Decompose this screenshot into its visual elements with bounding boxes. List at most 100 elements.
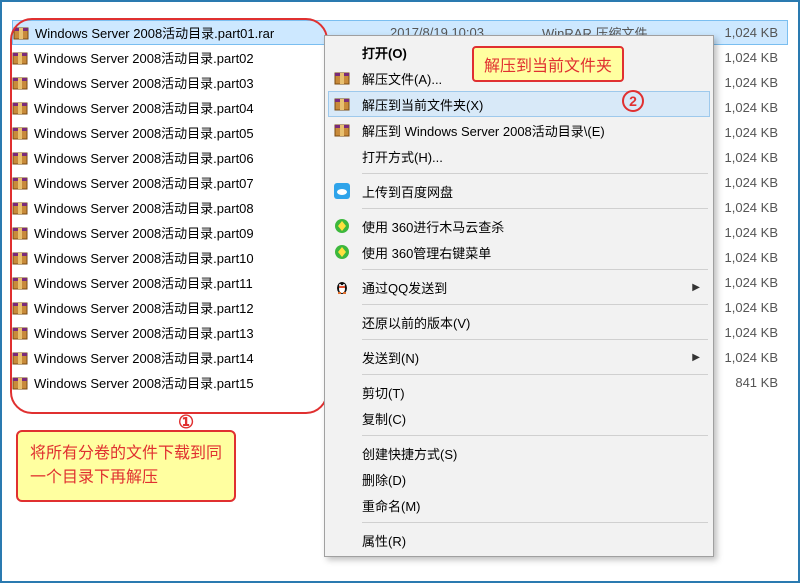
context-menu: 打开(O) 解压文件(A)... 解压到当前文件夹(X) 解压到 Windows… xyxy=(324,35,714,557)
menu-extract-files[interactable]: 解压文件(A)... xyxy=(328,65,710,91)
file-size: 1,024 KB xyxy=(725,50,779,65)
blank-icon xyxy=(332,443,352,463)
menu-separator xyxy=(362,173,708,174)
submenu-arrow-icon: ▶ xyxy=(692,282,700,293)
annotation-callout-download-all: 将所有分卷的文件下载到同一个目录下再解压 xyxy=(16,430,236,502)
menu-separator xyxy=(362,339,708,340)
file-name: Windows Server 2008活动目录.part09 xyxy=(34,223,254,242)
rar-icon xyxy=(332,68,352,88)
360-shield-icon xyxy=(332,216,352,236)
file-size: 1,024 KB xyxy=(725,225,779,240)
menu-extract-here[interactable]: 解压到当前文件夹(X) xyxy=(328,91,710,117)
rar-file-icon xyxy=(12,225,28,241)
file-size: 1,024 KB xyxy=(725,75,779,90)
blank-icon xyxy=(332,146,352,166)
menu-360-scan-label: 使用 360进行木马云查杀 xyxy=(362,217,682,236)
file-name: Windows Server 2008活动目录.part11 xyxy=(34,273,253,292)
menu-send-to-label: 发送到(N) xyxy=(362,348,682,367)
rar-file-icon xyxy=(12,150,28,166)
menu-separator xyxy=(362,522,708,523)
menu-restore-versions[interactable]: 还原以前的版本(V) xyxy=(328,309,710,335)
menu-separator xyxy=(362,435,708,436)
file-name: Windows Server 2008活动目录.part08 xyxy=(34,198,254,217)
file-size: 1,024 KB xyxy=(725,275,779,290)
file-name: Windows Server 2008活动目录.part02 xyxy=(34,48,254,67)
file-name: Windows Server 2008活动目录.part06 xyxy=(34,148,254,167)
blank-icon xyxy=(332,312,352,332)
file-size: 1,024 KB xyxy=(725,150,779,165)
menu-separator xyxy=(362,304,708,305)
menu-360-manage[interactable]: 使用 360管理右键菜单 xyxy=(328,239,710,265)
menu-send-to[interactable]: 发送到(N) ▶ xyxy=(328,344,710,370)
file-size: 1,024 KB xyxy=(725,175,779,190)
rar-file-icon xyxy=(12,325,28,341)
menu-open-label: 打开(O) xyxy=(362,43,682,62)
file-size: 1,024 KB xyxy=(725,325,779,340)
rar-file-icon xyxy=(12,250,28,266)
menu-360-manage-label: 使用 360管理右键菜单 xyxy=(362,243,682,262)
menu-rename-label: 重命名(M) xyxy=(362,496,682,515)
menu-properties-label: 属性(R) xyxy=(362,531,682,550)
menu-open[interactable]: 打开(O) xyxy=(328,39,710,65)
menu-separator xyxy=(362,374,708,375)
rar-file-icon xyxy=(13,25,29,41)
rar-file-icon xyxy=(12,350,28,366)
menu-extract-to-label: 解压到 Windows Server 2008活动目录\(E) xyxy=(362,121,682,140)
submenu-arrow-icon: ▶ xyxy=(692,352,700,363)
rar-file-icon xyxy=(12,100,28,116)
menu-extract-files-label: 解压文件(A)... xyxy=(362,69,682,88)
menu-rename[interactable]: 重命名(M) xyxy=(328,492,710,518)
file-size: 1,024 KB xyxy=(725,125,779,140)
menu-copy-label: 复制(C) xyxy=(362,409,682,428)
blank-icon xyxy=(332,382,352,402)
qq-penguin-icon xyxy=(332,277,352,297)
file-name: Windows Server 2008活动目录.part13 xyxy=(34,323,254,342)
rar-file-icon xyxy=(12,175,28,191)
menu-baidu-upload[interactable]: 上传到百度网盘 xyxy=(328,178,710,204)
file-name: Windows Server 2008活动目录.part12 xyxy=(34,298,254,317)
file-size: 1,024 KB xyxy=(725,250,779,265)
file-name: Windows Server 2008活动目录.part15 xyxy=(34,373,254,392)
blank-icon xyxy=(332,530,352,550)
rar-file-icon xyxy=(12,50,28,66)
blank-icon xyxy=(332,347,352,367)
menu-cut-label: 剪切(T) xyxy=(362,383,682,402)
menu-baidu-label: 上传到百度网盘 xyxy=(362,182,682,201)
rar-file-icon xyxy=(12,300,28,316)
file-name: Windows Server 2008活动目录.part05 xyxy=(34,123,254,142)
file-name: Windows Server 2008活动目录.part03 xyxy=(34,73,254,92)
menu-separator xyxy=(362,269,708,270)
menu-open-with-label: 打开方式(H)... xyxy=(362,147,682,166)
blank-icon xyxy=(332,408,352,428)
menu-extract-here-label: 解压到当前文件夹(X) xyxy=(362,95,682,114)
menu-delete[interactable]: 删除(D) xyxy=(328,466,710,492)
file-size: 1,024 KB xyxy=(725,300,779,315)
menu-extract-to[interactable]: 解压到 Windows Server 2008活动目录\(E) xyxy=(328,117,710,143)
menu-create-shortcut[interactable]: 创建快捷方式(S) xyxy=(328,440,710,466)
file-name: Windows Server 2008活动目录.part14 xyxy=(34,348,254,367)
rar-file-icon xyxy=(12,75,28,91)
rar-file-icon xyxy=(12,275,28,291)
file-name: Windows Server 2008活动目录.part01.rar xyxy=(35,23,274,42)
menu-qq-send[interactable]: 通过QQ发送到 ▶ xyxy=(328,274,710,300)
menu-separator xyxy=(362,208,708,209)
file-name: Windows Server 2008活动目录.part07 xyxy=(34,173,254,192)
rar-file-icon xyxy=(12,125,28,141)
menu-copy[interactable]: 复制(C) xyxy=(328,405,710,431)
file-size: 1,024 KB xyxy=(725,200,779,215)
baidu-cloud-icon xyxy=(332,181,352,201)
menu-properties[interactable]: 属性(R) xyxy=(328,527,710,553)
menu-open-with[interactable]: 打开方式(H)... xyxy=(328,143,710,169)
menu-qq-label: 通过QQ发送到 xyxy=(362,278,682,297)
rar-file-icon xyxy=(12,375,28,391)
menu-delete-label: 删除(D) xyxy=(362,470,682,489)
menu-restore-label: 还原以前的版本(V) xyxy=(362,313,682,332)
rar-icon xyxy=(332,94,352,114)
file-size: 1,024 KB xyxy=(725,25,779,40)
blank-icon xyxy=(332,469,352,489)
menu-cut[interactable]: 剪切(T) xyxy=(328,379,710,405)
menu-360-scan[interactable]: 使用 360进行木马云查杀 xyxy=(328,213,710,239)
file-name: Windows Server 2008活动目录.part04 xyxy=(34,98,254,117)
blank-icon xyxy=(332,42,352,62)
file-size: 1,024 KB xyxy=(725,350,779,365)
